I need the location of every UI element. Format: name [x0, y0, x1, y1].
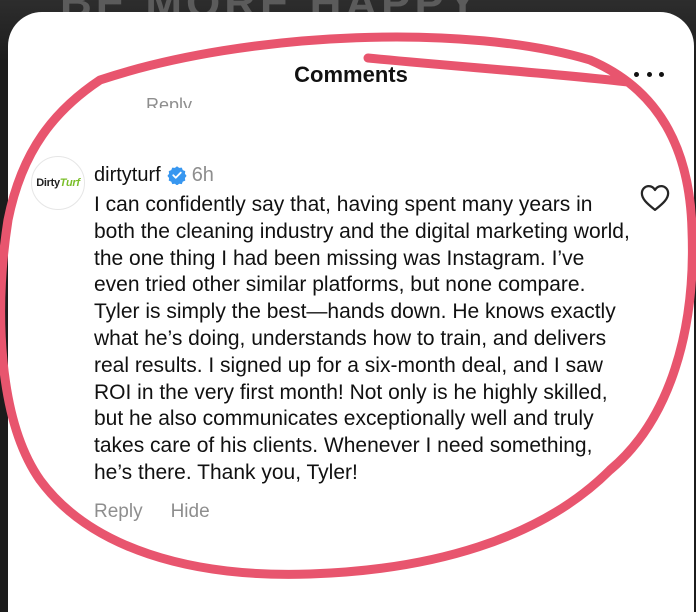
username[interactable]: dirtyturf: [94, 164, 161, 187]
comments-sheet: Comments Reply DirtyTurf dirtyturf 6h I …: [8, 12, 694, 612]
previous-reply-link[interactable]: Reply: [146, 96, 192, 108]
comments-header: Comments: [8, 12, 694, 92]
more-icon: [634, 71, 639, 77]
hide-button[interactable]: Hide: [171, 501, 210, 523]
comment-meta: dirtyturf 6h: [94, 162, 634, 188]
avatar-logo: DirtyTurf: [36, 177, 80, 189]
avatar[interactable]: DirtyTurf: [31, 156, 85, 210]
comment-actions: Reply Hide: [94, 501, 634, 523]
comment: dirtyturf 6h I can confidently say that,…: [94, 162, 634, 523]
comment-text: I can confidently say that, having spent…: [94, 193, 630, 484]
verified-badge-icon: [167, 166, 187, 185]
heart-icon[interactable]: [640, 184, 670, 212]
page-title: Comments: [294, 62, 408, 87]
reply-button[interactable]: Reply: [94, 501, 143, 523]
comment-time: 6h: [191, 163, 214, 186]
more-options-button[interactable]: [634, 62, 664, 86]
